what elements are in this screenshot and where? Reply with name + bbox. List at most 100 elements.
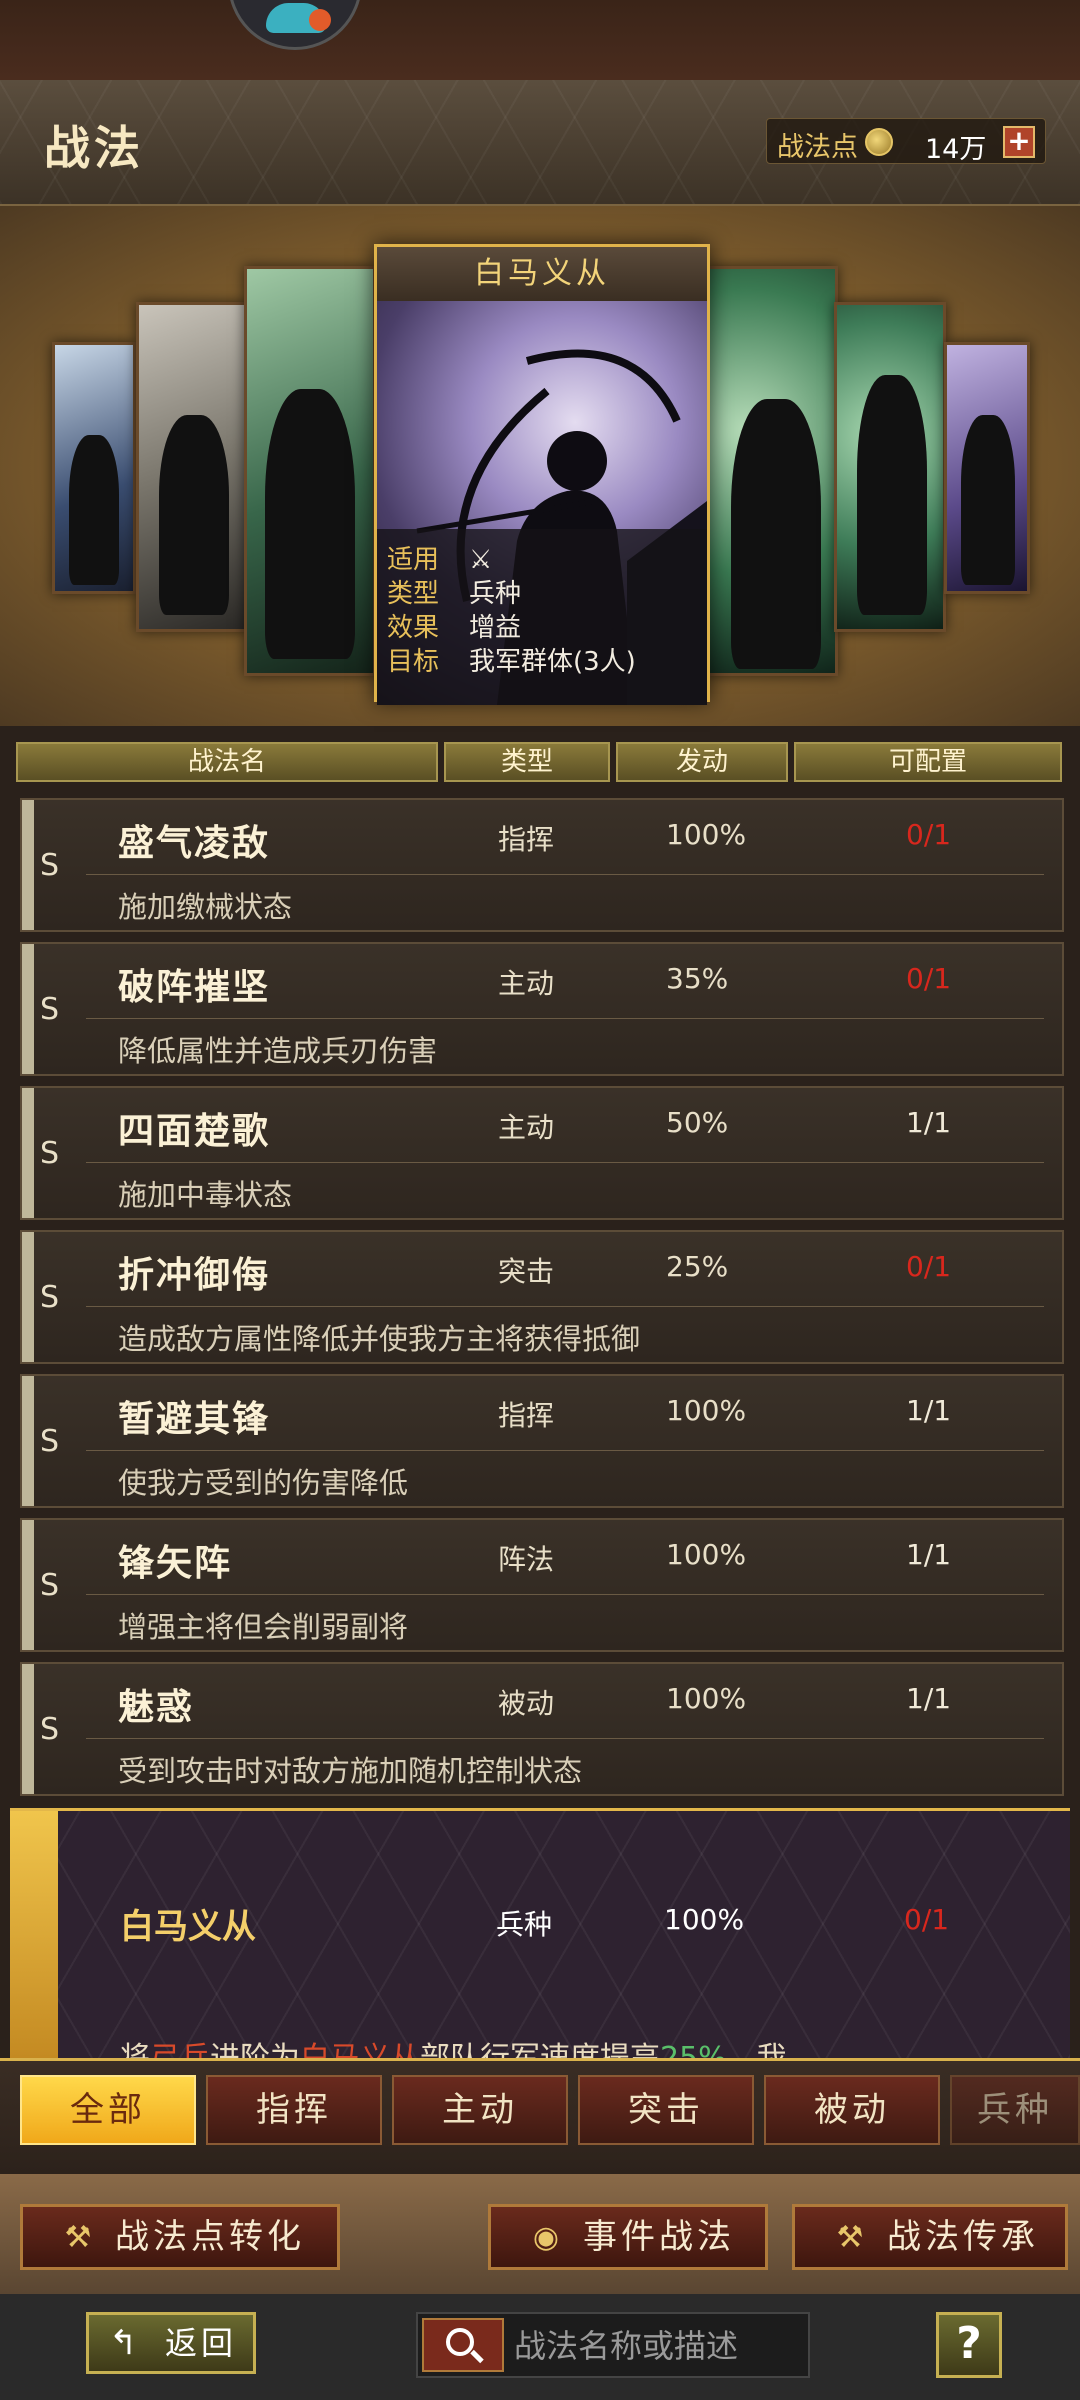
row-divider xyxy=(86,1450,1044,1451)
tactic-name: 四面楚歌 xyxy=(118,1111,271,1152)
tab-troop[interactable]: 兵种 xyxy=(950,2075,1080,2145)
tactic-description: 使我方受到的伤害降低 xyxy=(118,1466,409,1500)
bottom-nav: ↰ 返回 ? xyxy=(0,2294,1080,2400)
row-divider xyxy=(86,1306,1044,1307)
carousel-card[interactable] xyxy=(136,302,248,632)
tactic-card-carousel[interactable]: 白马义从 适用 ⚔ 类型 兵种 效果 增益 目标 我军群体(3人) xyxy=(0,206,1080,726)
grade-stripe xyxy=(22,1088,34,1218)
info-key: 目标 xyxy=(387,647,440,677)
table-row[interactable]: S 暂避其锋 指挥 100% 1/1 使我方受到的伤害降低 xyxy=(20,1374,1064,1508)
tactic-name: 白马义从 xyxy=(120,1907,256,1947)
tactic-type: 阵法 xyxy=(498,1543,555,1576)
selected-tactic-card[interactable]: 白马义从 适用 ⚔ 类型 兵种 效果 增益 目标 我军群体(3人) xyxy=(374,244,710,705)
search-icon-lens xyxy=(446,2328,474,2356)
coin-icon xyxy=(865,128,893,156)
tactic-description: 受到攻击时对敌方施加随机控制状态 xyxy=(118,1754,583,1788)
column-header-rate[interactable]: 发动 xyxy=(616,742,788,782)
card-info-applies: 适用 ⚔ xyxy=(387,539,492,576)
tactic-description: 施加中毒状态 xyxy=(118,1178,293,1212)
tactic-type: 兵种 xyxy=(496,1908,553,1941)
row-divider xyxy=(86,1738,1044,1739)
help-button[interactable]: ? xyxy=(936,2312,1002,2378)
event-tactics-button[interactable]: ◉ 事件战法 xyxy=(488,2204,768,2270)
tactic-rate: 100% xyxy=(666,1538,747,1571)
card-info-panel: 适用 ⚔ 类型 兵种 效果 增益 目标 我军群体(3人) xyxy=(377,529,707,705)
desc-highlight: 白马义从 xyxy=(300,2041,420,2058)
silhouette-art xyxy=(69,435,119,585)
back-arrow-icon: ↰ xyxy=(109,2323,138,2363)
avatar[interactable] xyxy=(228,0,362,50)
desc-text: 进阶为 xyxy=(210,2041,300,2058)
tactic-name: 暂避其锋 xyxy=(118,1399,271,1440)
table-row[interactable]: S 四面楚歌 主动 50% 1/1 施加中毒状态 xyxy=(20,1086,1064,1220)
tactic-config: 0/1 xyxy=(906,962,952,995)
hammer-icon: ⚒ xyxy=(64,2220,96,2255)
column-header-config[interactable]: 可配置 xyxy=(794,742,1062,782)
carousel-card[interactable] xyxy=(244,266,376,676)
tactic-name: 魅惑 xyxy=(118,1687,195,1728)
tactic-type: 突击 xyxy=(498,1255,555,1288)
convert-points-button[interactable]: ⚒ 战法点转化 xyxy=(20,2204,340,2270)
tab-all[interactable]: 全部 xyxy=(20,2075,196,2145)
tactic-points-value: 14万 xyxy=(925,134,987,165)
tactic-description: 施加缴械状态 xyxy=(118,890,293,924)
add-points-button[interactable]: + xyxy=(1003,126,1035,158)
grade-stripe xyxy=(22,944,34,1074)
button-label: 战法传承 xyxy=(887,2217,1039,2257)
table-row[interactable]: S 折冲御侮 突击 25% 0/1 造成敌方属性降低并使我方主将获得抵御 xyxy=(20,1230,1064,1364)
row-divider xyxy=(86,1594,1044,1595)
carousel-card[interactable] xyxy=(944,342,1030,594)
tab-active[interactable]: 主动 xyxy=(392,2075,568,2145)
search-icon[interactable] xyxy=(422,2318,504,2372)
grade-letter: S xyxy=(40,992,60,1027)
hammer-icon: ⚒ xyxy=(836,2220,868,2255)
card-info-target: 目标 我军群体(3人) xyxy=(387,641,636,678)
search-input[interactable] xyxy=(514,2324,804,2368)
selected-table-row[interactable]: 白马义从 兵种 100% 0/1 将弓兵进阶为白马义从部队行军速度提高25%，我 xyxy=(10,1808,1070,2058)
card-info-type: 类型 兵种 xyxy=(387,573,521,610)
column-header-type[interactable]: 类型 xyxy=(444,742,610,782)
card-info-effect: 效果 增益 xyxy=(387,607,521,644)
grade-letter: S xyxy=(40,1136,60,1171)
tactic-rate: 100% xyxy=(666,818,747,851)
tactic-rate: 25% xyxy=(666,1250,729,1283)
grade-letter: S xyxy=(40,848,60,883)
column-header-name[interactable]: 战法名 xyxy=(16,742,438,782)
tactic-points-box: 战法点 14万 + xyxy=(766,118,1046,165)
tactic-config: 1/1 xyxy=(906,1394,952,1427)
tactic-rate: 100% xyxy=(664,1903,745,1936)
tactic-rate: 50% xyxy=(666,1106,729,1139)
tactic-config: 1/1 xyxy=(906,1682,952,1715)
grade-stripe xyxy=(22,800,34,930)
tab-assault[interactable]: 突击 xyxy=(578,2075,754,2145)
tab-passive[interactable]: 被动 xyxy=(764,2075,940,2145)
info-key: 效果 xyxy=(387,613,440,643)
desc-highlight: 弓兵 xyxy=(150,2041,210,2058)
table-row[interactable]: S 破阵摧坚 主动 35% 0/1 降低属性并造成兵刃伤害 xyxy=(20,942,1064,1076)
inherit-tactics-button[interactable]: ⚒ 战法传承 xyxy=(792,2204,1068,2270)
grade-stripe xyxy=(22,1664,34,1794)
tactic-points-label: 战法点 xyxy=(777,132,858,163)
table-row[interactable]: S 魅惑 被动 100% 1/1 受到攻击时对敌方施加随机控制状态 xyxy=(20,1662,1064,1796)
carousel-card[interactable] xyxy=(834,302,946,632)
info-value: 兵种 xyxy=(469,579,522,609)
tactic-config: 0/1 xyxy=(904,1903,950,1936)
tab-command[interactable]: 指挥 xyxy=(206,2075,382,2145)
selection-bar xyxy=(10,1811,58,2058)
button-label: 返回 xyxy=(165,2324,238,2362)
silhouette-art xyxy=(731,399,821,669)
table-row[interactable]: S 盛气凌敌 指挥 100% 0/1 施加缴械状态 xyxy=(20,798,1064,932)
tactic-name: 锋矢阵 xyxy=(118,1543,233,1584)
tactic-name: 破阵摧坚 xyxy=(118,967,271,1008)
carousel-card[interactable] xyxy=(706,266,838,676)
back-button[interactable]: ↰ 返回 xyxy=(86,2312,256,2374)
info-value: 我军群体(3人) xyxy=(469,647,636,677)
tactic-config: 1/1 xyxy=(906,1538,952,1571)
carousel-card[interactable] xyxy=(52,342,136,594)
table-row[interactable]: S 锋矢阵 阵法 100% 1/1 增强主将但会削弱副将 xyxy=(20,1518,1064,1652)
silhouette-art xyxy=(265,389,355,659)
desc-text: 部队行军速度提高 xyxy=(420,2041,660,2058)
search-icon-handle xyxy=(470,2349,484,2364)
grade-letter: S xyxy=(40,1280,60,1315)
tactic-description: 造成敌方属性降低并使我方主将获得抵御 xyxy=(118,1322,641,1356)
